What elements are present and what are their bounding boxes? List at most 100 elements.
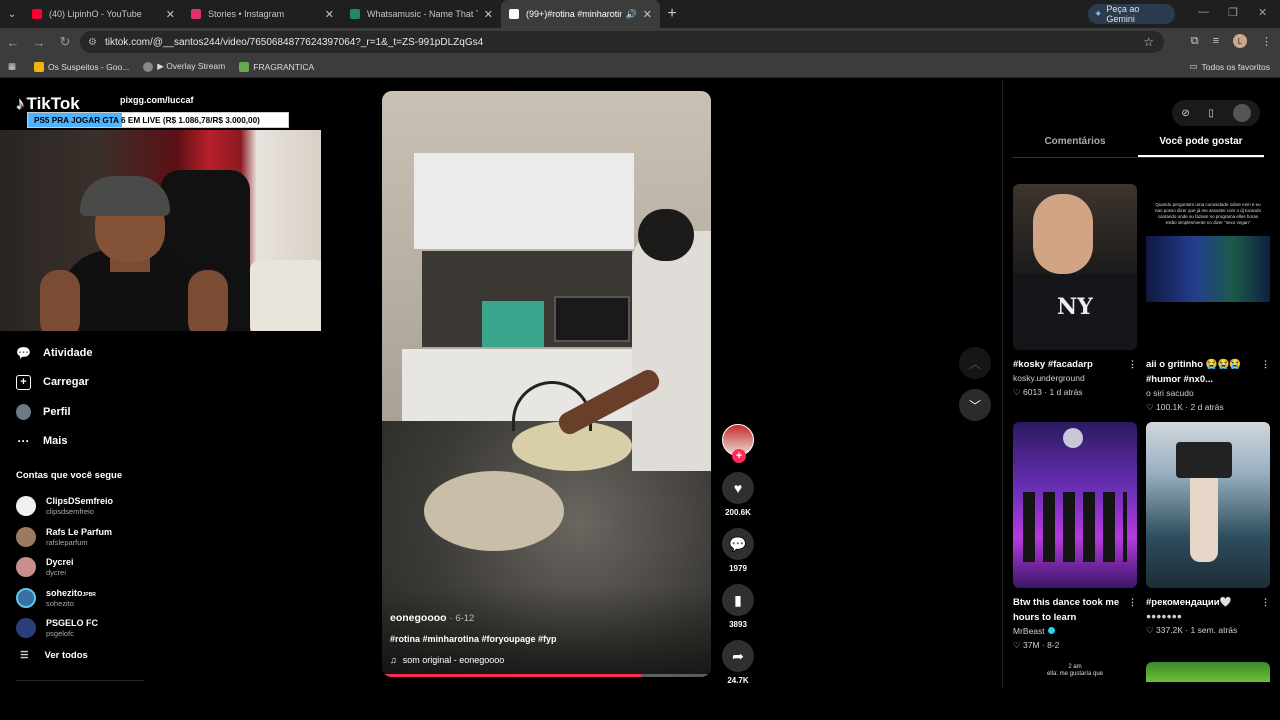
suggestion-card[interactable]: NY #kosky #facadarp ⋮ kosky.underground ♡… xyxy=(1013,184,1137,398)
music-note-icon: ♫ xyxy=(390,655,397,665)
suggestion-card[interactable]: Btw this dance took me hours to learn ⋮ M… xyxy=(1013,422,1137,651)
all-bookmarks-button[interactable]: ▭ Todos os favoritos xyxy=(1189,61,1270,72)
video-frame xyxy=(632,231,711,471)
close-tab-icon[interactable]: ✕ xyxy=(325,8,334,21)
suggestion-thumbnail[interactable] xyxy=(1146,422,1270,588)
bookmark-fragrantica[interactable]: FRAGRANTICA xyxy=(239,61,314,72)
suggestion-thumbnail[interactable]: Quando perguntam uma curiosidade sobre m… xyxy=(1146,184,1270,350)
bookmark-label: Os Suspeitos - Goo... xyxy=(48,61,130,72)
video-sound[interactable]: ♫ som original - eonegoooo xyxy=(390,655,504,665)
sidebar-item-mais[interactable]: ··· Mais xyxy=(16,427,93,457)
sidebar-item-atividade[interactable]: 💬 Atividade xyxy=(16,338,93,368)
thumb-figure xyxy=(1176,442,1232,478)
follow-plus-icon[interactable]: + xyxy=(732,449,746,463)
suggestion-stats: ♡ 6013 · 1 d atrás xyxy=(1013,387,1083,397)
following-account[interactable]: Rafs Le Parfum rafsleparfum xyxy=(16,522,113,553)
following-account[interactable]: sohezitoJPBR sohezito xyxy=(16,583,113,614)
close-tab-icon[interactable]: ✕ xyxy=(643,8,652,21)
phone-icon[interactable]: ▯ xyxy=(1208,108,1214,119)
suggestion-card[interactable]: Quando perguntam uma curiosidade sobre m… xyxy=(1146,184,1270,413)
reload-icon[interactable]: ↻ xyxy=(52,34,78,50)
video-hashtags[interactable]: #rotina #minharotina #foryoupage #fyp xyxy=(390,634,557,644)
profile-avatar[interactable]: L xyxy=(1233,34,1247,48)
tab-comentarios[interactable]: Comentários xyxy=(1012,136,1138,157)
sidebar-item-label: Mais xyxy=(43,435,68,448)
like-button[interactable]: ♥ 200.6K xyxy=(722,472,754,517)
suggestion-age: 1 sem. atrás xyxy=(1190,625,1238,635)
donation-goal-banner: PS5 PRA JOGAR GTA 6 EM LIVE (R$ 1.086,78… xyxy=(27,112,289,128)
sidebar-item-carregar[interactable]: + Carregar xyxy=(16,368,93,398)
suggestion-thumbnail[interactable] xyxy=(1146,662,1270,682)
close-tab-icon[interactable]: ✕ xyxy=(166,8,175,21)
webcam-arm xyxy=(188,270,228,331)
bookmark-icon: ▮ xyxy=(722,584,754,616)
ask-gemini-button[interactable]: ✦ Peça ao Gemini xyxy=(1088,4,1175,24)
more-options-icon[interactable]: ⋮ xyxy=(1128,357,1137,372)
minimize-icon[interactable]: — xyxy=(1198,6,1209,18)
suggestion-card[interactable] xyxy=(1146,662,1270,682)
new-tab-button[interactable]: + xyxy=(660,5,684,23)
suggestion-author[interactable]: ●●●●●●● xyxy=(1146,611,1270,621)
bookmark-button[interactable]: ▮ 3893 xyxy=(722,584,754,629)
webcam-cap xyxy=(80,176,170,216)
bookmark-os-suspeitos[interactable]: Os Suspeitos - Goo... xyxy=(34,61,130,72)
media-controls-icon[interactable]: ≡ xyxy=(1213,35,1219,47)
site-info-icon[interactable]: ⚙ xyxy=(88,37,97,48)
speaker-icon[interactable]: 🔊 xyxy=(626,9,637,20)
suggestion-title-text: aii o gritinho 😭😭😭 #humor #nx0... xyxy=(1146,359,1242,385)
creator-avatar[interactable]: + xyxy=(722,424,754,463)
video-author[interactable]: eonegoooo · 6-12 xyxy=(390,612,474,624)
bookmark-star-icon[interactable]: ☆ xyxy=(1143,35,1154,49)
compass-icon[interactable]: ⊘ xyxy=(1181,108,1189,119)
suggestion-thumbnail[interactable] xyxy=(1013,422,1137,588)
sidebar-item-perfil[interactable]: Perfil xyxy=(16,397,93,427)
more-options-icon[interactable]: ⋮ xyxy=(1128,595,1137,610)
browser-tab-instagram[interactable]: Stories • Instagram ✕ xyxy=(183,0,342,28)
youtube-favicon-icon xyxy=(32,9,42,19)
restore-icon[interactable]: ❐ xyxy=(1228,6,1238,19)
following-account[interactable]: Dycrei dycrei xyxy=(16,552,113,583)
tiktok-logo[interactable]: ♪ TikTok xyxy=(16,94,80,114)
apps-icon[interactable]: ▦ xyxy=(8,61,16,72)
browser-tab-whatsamusic[interactable]: Whatsamusic - Name That Tune ✕ xyxy=(342,0,501,28)
url-bar[interactable]: ⚙ tiktok.com/@__santos244/video/76506848… xyxy=(80,31,1164,53)
forward-icon[interactable]: → xyxy=(26,35,52,50)
tab-search-icon[interactable]: ⌄ xyxy=(0,0,24,28)
browser-tab-tiktok[interactable]: (99+)#rotina #minharotina 🔊 ✕ xyxy=(501,0,660,28)
see-all-following-button[interactable]: ☰ Ver todos xyxy=(20,650,88,661)
thumb-caption: Quando perguntam uma curiosidade sobre m… xyxy=(1154,202,1262,225)
browser-tab-youtube[interactable]: (40) LipinhO - YouTube ✕ xyxy=(24,0,183,28)
suggestion-card[interactable]: #рекомендации🤍 ⋮ ●●●●●●● ♡ 337.2K · 1 sem… xyxy=(1146,422,1270,636)
share-button[interactable]: ➦ 24.7K xyxy=(722,640,754,685)
following-account[interactable]: ClipsDSemfreio clipsdsemfreio xyxy=(16,491,113,522)
tab-voce-pode-gostar[interactable]: Você pode gostar xyxy=(1138,136,1264,157)
back-icon[interactable]: ← xyxy=(0,35,26,50)
suggestion-thumbnail[interactable]: NY xyxy=(1013,184,1137,350)
more-options-icon[interactable]: ⋮ xyxy=(1261,595,1270,610)
comment-button[interactable]: 💬 1979 xyxy=(722,528,754,573)
suggestion-likes: 337.2K xyxy=(1155,625,1183,635)
chrome-menu-icon[interactable]: ⋮ xyxy=(1261,35,1272,48)
suggestion-thumbnail[interactable]: 2 am ella: me gustaría que xyxy=(1013,662,1137,682)
thumb-stage xyxy=(1146,236,1270,302)
comment-count: 1979 xyxy=(729,564,747,573)
suggestion-author[interactable]: MrBeast xyxy=(1013,626,1137,636)
gemini-icon: ✦ xyxy=(1094,8,1103,20)
previous-video-button[interactable]: ︿ xyxy=(959,347,991,379)
avatar xyxy=(16,618,36,639)
suggestion-author[interactable]: o siri sacudo xyxy=(1146,388,1270,398)
more-options-icon[interactable]: ⋮ xyxy=(1261,357,1270,372)
user-avatar[interactable] xyxy=(1232,104,1251,122)
video-progress-bar[interactable] xyxy=(382,674,711,677)
extensions-icon[interactable]: ⧉ xyxy=(1191,35,1199,48)
bookmark-overlay-stream[interactable]: ▶ Overlay Stream xyxy=(143,61,225,72)
following-account[interactable]: PSGELO FC psgelofc xyxy=(16,613,113,644)
video-player[interactable]: eonegoooo · 6-12 #rotina #minharotina #f… xyxy=(382,91,711,677)
heart-icon: ♥ xyxy=(722,472,754,504)
account-name: Dycrei xyxy=(46,557,74,568)
suggestion-author[interactable]: kosky.underground xyxy=(1013,373,1137,383)
close-window-icon[interactable]: ✕ xyxy=(1258,6,1267,19)
next-video-button[interactable]: ﹀ xyxy=(959,389,991,421)
close-tab-icon[interactable]: ✕ xyxy=(484,8,493,21)
suggestion-card[interactable]: 2 am ella: me gustaría que xyxy=(1013,662,1137,682)
